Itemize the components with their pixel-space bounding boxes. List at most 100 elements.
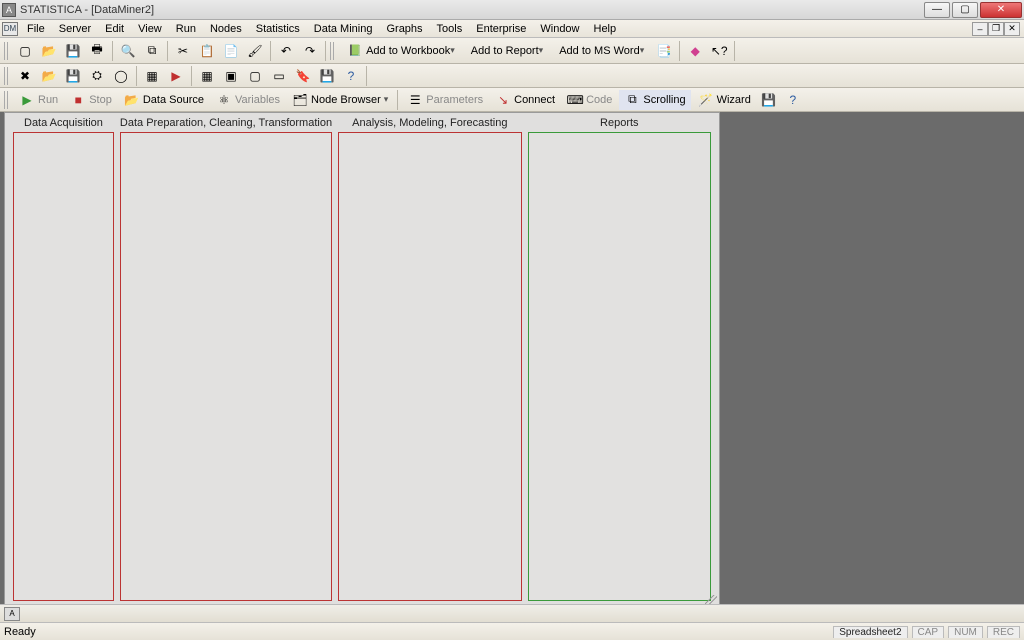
- window-titlebar: A STATISTICA - [DataMiner2] — ▢ ✕: [0, 0, 1024, 20]
- mdi-minimize-button[interactable]: –: [972, 22, 988, 36]
- tag-icon: 🔖: [295, 68, 311, 84]
- print-button[interactable]: 🖶: [86, 41, 108, 61]
- run-button[interactable]: ▶Run: [14, 90, 63, 110]
- menu-enterprise[interactable]: Enterprise: [470, 22, 532, 36]
- add-to-workbook-button[interactable]: 📗 Add to Workbook: [340, 41, 462, 61]
- status-cap: CAP: [912, 626, 945, 638]
- toolbar-grip[interactable]: [4, 42, 10, 60]
- redo-button[interactable]: ↷: [299, 41, 321, 61]
- copy-button[interactable]: ⧉: [141, 41, 163, 61]
- toolbar3-grip[interactable]: [4, 91, 10, 109]
- tb2-btn-1[interactable]: ✖: [14, 66, 36, 86]
- tb3-save-button[interactable]: 💾: [758, 90, 780, 110]
- tb2-btn-6[interactable]: ▦: [141, 66, 163, 86]
- col-header-reports: Reports: [528, 115, 711, 132]
- menu-statistics[interactable]: Statistics: [250, 22, 306, 36]
- parameters-button[interactable]: ☰Parameters: [402, 90, 488, 110]
- menu-server[interactable]: Server: [53, 22, 97, 36]
- connect-button[interactable]: ↘Connect: [490, 90, 560, 110]
- mdi-minimized-doc-icon[interactable]: A: [4, 607, 20, 621]
- eraser-icon: ◆: [687, 43, 703, 59]
- copy2-button[interactable]: 📋: [196, 41, 218, 61]
- cut-button[interactable]: ✂: [172, 41, 194, 61]
- dataminer-panel[interactable]: Data Acquisition Data Preparation, Clean…: [4, 112, 720, 604]
- tb2-btn-13[interactable]: 💾: [316, 66, 338, 86]
- window-close-button[interactable]: ✕: [980, 2, 1022, 18]
- menu-view[interactable]: View: [132, 22, 168, 36]
- paste-button[interactable]: 📄: [220, 41, 242, 61]
- mdi-doc-icon[interactable]: DM: [2, 22, 18, 36]
- cut-icon: ✂: [175, 43, 191, 59]
- tb2-help-button[interactable]: ?: [340, 66, 362, 86]
- stop-button[interactable]: ■Stop: [65, 90, 117, 110]
- open-button[interactable]: 📂: [38, 41, 60, 61]
- menu-edit[interactable]: Edit: [99, 22, 130, 36]
- window-minimize-button[interactable]: —: [924, 2, 950, 18]
- undo-button[interactable]: ↶: [275, 41, 297, 61]
- tb2-btn-10[interactable]: ▢: [244, 66, 266, 86]
- tb2-btn-12[interactable]: 🔖: [292, 66, 314, 86]
- tb2-btn-5[interactable]: ◯: [110, 66, 132, 86]
- mdi-close-button[interactable]: ✕: [1004, 22, 1020, 36]
- menu-graphs[interactable]: Graphs: [380, 22, 428, 36]
- mdi-workspace: Data Acquisition Data Preparation, Clean…: [0, 112, 1024, 604]
- tb3-help-button[interactable]: ?: [782, 90, 804, 110]
- format-button[interactable]: 🖌: [244, 41, 266, 61]
- tb2-btn-3[interactable]: 💾: [62, 66, 84, 86]
- node-browser-button[interactable]: 🗂Node Browser: [287, 90, 393, 110]
- scrolling-button[interactable]: ⧉Scrolling: [619, 90, 690, 110]
- tb2-btn-7[interactable]: ▶: [165, 66, 187, 86]
- workbook-icon: 📗: [347, 43, 363, 59]
- data-source-button[interactable]: 📂Data Source: [119, 90, 209, 110]
- menu-run[interactable]: Run: [170, 22, 202, 36]
- col-box-analysis[interactable]: [338, 132, 521, 601]
- wizard-icon: 🪄: [698, 92, 714, 108]
- mdi-taskbar: A: [0, 604, 1024, 622]
- tb2-btn-8[interactable]: ▦: [196, 66, 218, 86]
- app-icon: A: [2, 3, 16, 17]
- menu-window[interactable]: Window: [534, 22, 585, 36]
- menu-data-mining[interactable]: Data Mining: [308, 22, 379, 36]
- open2-icon: 📂: [41, 68, 57, 84]
- variables-button[interactable]: ⚛Variables: [211, 90, 285, 110]
- add-to-report-button[interactable]: Add to Report: [464, 41, 550, 61]
- code-button[interactable]: ⌨Code: [562, 90, 617, 110]
- stop-icon: ■: [70, 92, 86, 108]
- new-button[interactable]: ▢: [14, 41, 36, 61]
- panel-resize-grip[interactable]: [705, 595, 717, 604]
- toolbar2-grip[interactable]: [4, 67, 10, 85]
- toolbar-grip-2[interactable]: [330, 42, 336, 60]
- tb2-btn-4[interactable]: ⛭: [86, 66, 108, 86]
- save-button[interactable]: 💾: [62, 41, 84, 61]
- run-icon: ▶: [19, 92, 35, 108]
- menu-help[interactable]: Help: [588, 22, 623, 36]
- save2-icon: 💾: [65, 68, 81, 84]
- window-maximize-button[interactable]: ▢: [952, 2, 978, 18]
- menu-bar: DM File Server Edit View Run Nodes Stati…: [0, 20, 1024, 38]
- copy-doc-icon: 📑: [656, 43, 672, 59]
- preview-icon: 🔍: [120, 43, 136, 59]
- save4-icon: 💾: [761, 92, 777, 108]
- tb2-btn-11[interactable]: ▭: [268, 66, 290, 86]
- tb2-btn-2[interactable]: 📂: [38, 66, 60, 86]
- add-to-msword-button[interactable]: Add to MS Word: [552, 41, 651, 61]
- col-box-reports[interactable]: [528, 132, 711, 601]
- mdi-restore-button[interactable]: ❐: [988, 22, 1004, 36]
- brush-icon: 🖌: [247, 43, 263, 59]
- menu-file[interactable]: File: [21, 22, 51, 36]
- menu-nodes[interactable]: Nodes: [204, 22, 248, 36]
- status-doc-tab[interactable]: Spreadsheet2: [833, 626, 907, 638]
- redo-icon: ↷: [302, 43, 318, 59]
- col-box-preparation[interactable]: [120, 132, 332, 601]
- preview-button[interactable]: 🔍: [117, 41, 139, 61]
- help-pointer-icon: ↖?: [711, 43, 727, 59]
- col-box-acquisition[interactable]: [13, 132, 114, 601]
- tb2-btn-9[interactable]: ▣: [220, 66, 242, 86]
- menu-tools[interactable]: Tools: [431, 22, 469, 36]
- status-bar: Ready Spreadsheet2 CAP NUM REC: [0, 622, 1024, 640]
- eraser-button[interactable]: ◆: [684, 41, 706, 61]
- help-pointer-button[interactable]: ↖?: [708, 41, 730, 61]
- copy-doc-button[interactable]: 📑: [653, 41, 675, 61]
- deselect-icon: ▢: [247, 68, 263, 84]
- wizard-button[interactable]: 🪄Wizard: [693, 90, 756, 110]
